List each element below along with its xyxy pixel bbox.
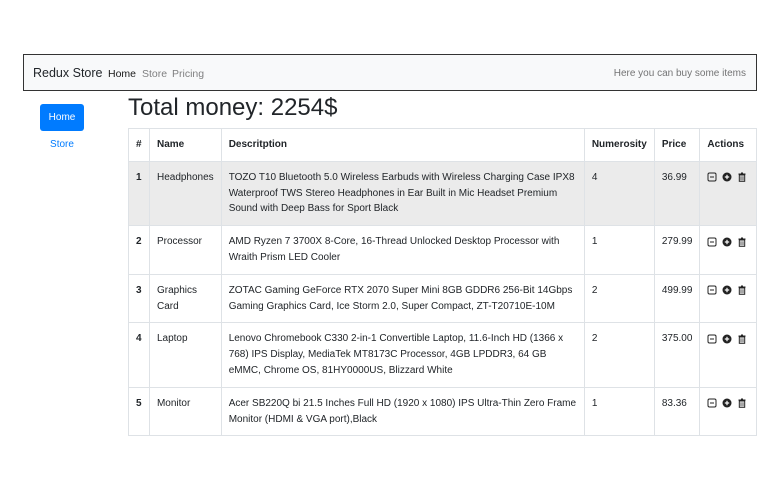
plus-circle-icon[interactable] [722,334,732,344]
row-name: Monitor [148,386,222,437]
navbar-brand[interactable]: Redux Store [33,66,102,80]
table-row: 4 Laptop Lenovo Chromebook C330 2-in-1 C… [128,322,757,388]
header-numerosity: Numerosity [583,128,655,162]
minus-square-icon[interactable] [707,334,717,344]
row-name: Processor [148,225,222,275]
row-actions [699,386,757,437]
table-row: 1 Headphones TOZO T10 Bluetooth 5.0 Wire… [128,160,757,227]
header-index: # [128,128,150,162]
minus-square-icon[interactable] [707,285,717,295]
row-index: 3 [128,273,150,324]
table-row: 3 Graphics Card ZOTAC Gaming GeForce RTX… [128,273,757,324]
row-name: Laptop [148,322,222,388]
row-description: TOZO T10 Bluetooth 5.0 Wireless Earbuds … [220,160,585,227]
minus-square-icon[interactable] [707,172,717,182]
items-table: # Name Descritption Numerosity Price Act… [128,128,757,437]
table-row: 2 Processor AMD Ryzen 7 3700X 8-Core, 16… [128,225,757,275]
top-navbar: Redux Store Home Store Pricing Here you … [23,54,757,91]
row-description: Acer SB220Q bi 21.5 Inches Full HD (1920… [220,386,585,437]
trash-icon[interactable] [737,172,747,182]
sidebar-home-button[interactable]: Home [40,104,84,131]
navbar-tagline: Here you can buy some items [613,68,746,79]
row-description: ZOTAC Gaming GeForce RTX 2070 Super Mini… [220,273,585,324]
row-actions [699,225,757,275]
minus-square-icon[interactable] [707,398,717,408]
header-name: Name [148,128,222,162]
trash-icon[interactable] [737,285,747,295]
nav-link-home[interactable]: Home [108,68,136,80]
plus-circle-icon[interactable] [722,237,732,247]
row-price: 36.99 [653,160,701,227]
row-numerosity: 1 [583,225,655,275]
row-name: Graphics Card [148,273,222,324]
row-actions [699,160,757,227]
row-description: AMD Ryzen 7 3700X 8-Core, 16-Thread Unlo… [220,225,585,275]
row-numerosity: 2 [583,322,655,388]
row-actions [699,273,757,324]
row-price: 83.36 [653,386,701,437]
header-price: Price [653,128,701,162]
nav-link-store[interactable]: Store [142,68,167,80]
header-description: Descritption [220,128,585,162]
row-index: 5 [128,386,150,437]
row-index: 2 [128,225,150,275]
plus-circle-icon[interactable] [722,285,732,295]
minus-square-icon[interactable] [707,237,717,247]
sidebar-store-link[interactable]: Store [40,139,84,150]
row-numerosity: 4 [583,160,655,227]
plus-circle-icon[interactable] [722,398,732,408]
trash-icon[interactable] [737,334,747,344]
row-price: 499.99 [653,273,701,324]
row-price: 375.00 [653,322,701,388]
row-name: Headphones [148,160,222,227]
nav-link-pricing[interactable]: Pricing [172,68,204,80]
trash-icon[interactable] [737,398,747,408]
total-money-heading: Total money: 2254$ [128,94,338,121]
row-price: 279.99 [653,225,701,275]
row-description: Lenovo Chromebook C330 2-in-1 Convertibl… [220,322,585,388]
table-header-row: # Name Descritption Numerosity Price Act… [128,128,757,162]
row-actions [699,322,757,388]
row-index: 4 [128,322,150,388]
trash-icon[interactable] [737,237,747,247]
row-numerosity: 2 [583,273,655,324]
table-row: 5 Monitor Acer SB220Q bi 21.5 Inches Ful… [128,386,757,437]
header-actions: Actions [699,128,757,162]
row-numerosity: 1 [583,386,655,437]
plus-circle-icon[interactable] [722,172,732,182]
row-index: 1 [128,160,150,227]
